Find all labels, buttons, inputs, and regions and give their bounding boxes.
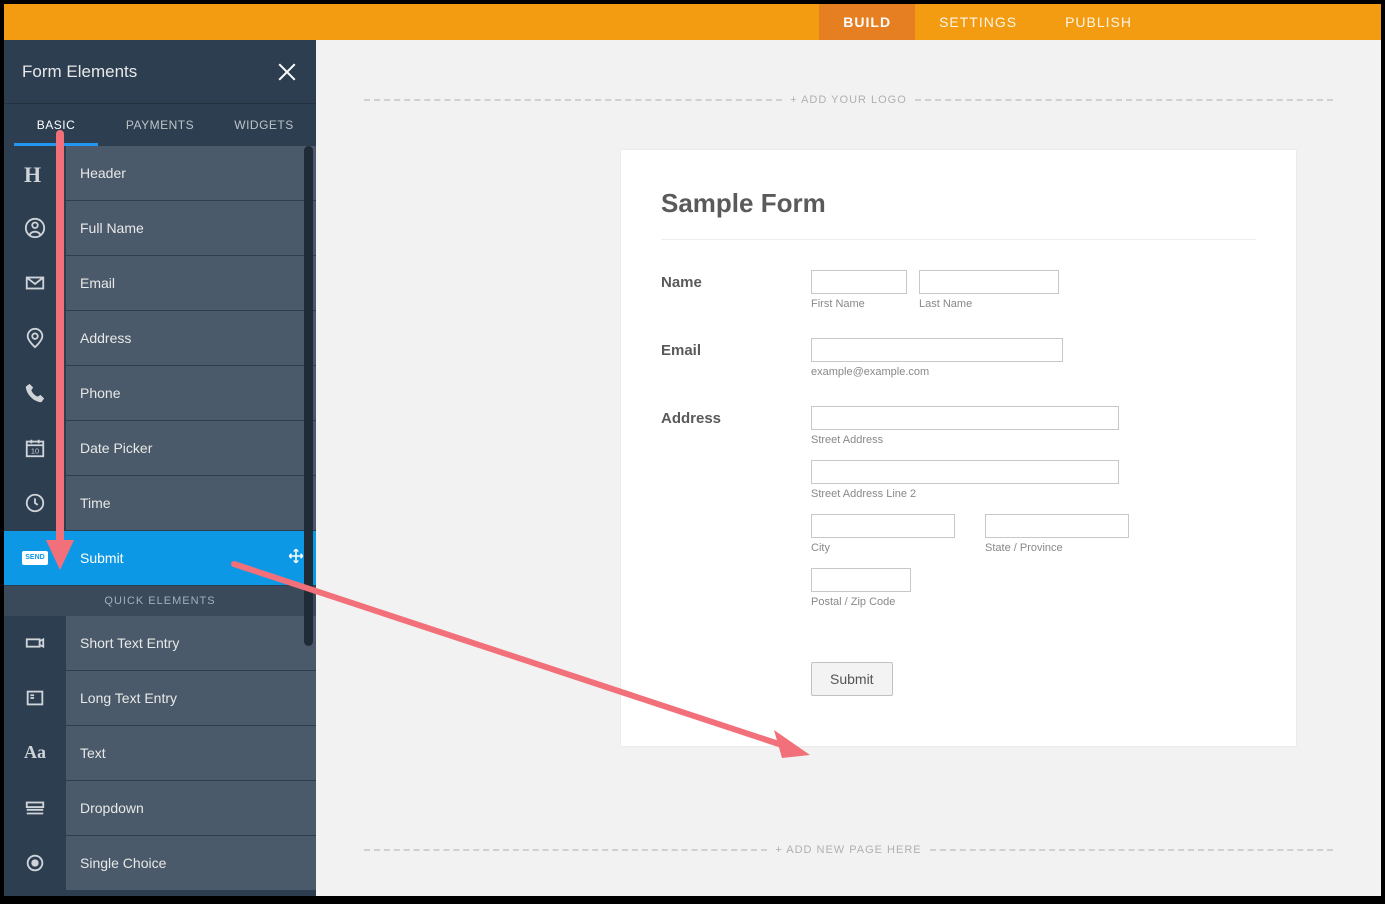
state-input[interactable] [985,514,1129,538]
zip-sublabel: Postal / Zip Code [811,596,1256,608]
phone-icon [24,382,46,404]
element-text[interactable]: Aa Text [4,726,316,780]
zip-input[interactable] [811,568,911,592]
element-label: Single Choice [66,855,316,871]
form-title: Sample Form [661,188,1256,240]
street2-sublabel: Street Address Line 2 [811,488,1256,500]
submit-button[interactable]: Submit [811,662,893,696]
email-hint: example@example.com [811,366,1256,378]
element-label: Email [66,275,316,291]
street-input[interactable] [811,406,1119,430]
first-name-sublabel: First Name [811,298,907,310]
element-label: Submit [66,550,276,566]
element-label: Dropdown [66,800,316,816]
element-label: Address [66,330,316,346]
form-card[interactable]: Sample Form Name First Name Last Name [621,150,1296,746]
add-logo-hint[interactable]: + ADD YOUR LOGO [790,94,907,106]
pin-icon [24,327,46,349]
add-page-hint[interactable]: + ADD NEW PAGE HERE [775,844,921,856]
sidebar-title: Form Elements [22,62,137,82]
element-address[interactable]: Address [4,311,316,365]
radio-icon [24,852,46,874]
element-short-text[interactable]: Short Text Entry [4,616,316,670]
element-label: Time [66,495,316,511]
city-sublabel: City [811,542,955,554]
sidebar-tab-payments[interactable]: PAYMENTS [108,104,212,146]
address-label: Address [661,406,811,608]
name-label: Name [661,270,811,310]
element-long-text[interactable]: Long Text Entry [4,671,316,725]
element-phone[interactable]: Phone [4,366,316,420]
svg-text:10: 10 [31,447,39,456]
element-submit[interactable]: SEND Submit [4,531,316,585]
form-canvas: + ADD YOUR LOGO Sample Form Name First N… [316,40,1381,896]
last-name-sublabel: Last Name [919,298,1059,310]
element-label: Full Name [66,220,316,236]
element-label: Long Text Entry [66,690,316,706]
header-icon: H [24,162,46,184]
tab-build[interactable]: BUILD [819,4,915,40]
top-nav: BUILD SETTINGS PUBLISH [4,4,1381,40]
element-fullname[interactable]: Full Name [4,201,316,255]
element-dropdown[interactable]: Dropdown [4,781,316,835]
tab-settings[interactable]: SETTINGS [915,4,1041,40]
sidebar-scrollbar[interactable] [304,146,313,892]
sidebar-tab-widgets[interactable]: WIDGETS [212,104,316,146]
state-sublabel: State / Province [985,542,1129,554]
email-label: Email [661,338,811,378]
element-header[interactable]: H Header [4,146,316,200]
city-input[interactable] [811,514,955,538]
element-label: Short Text Entry [66,635,316,651]
element-label: Text [66,745,316,761]
mail-icon [24,272,46,294]
element-label: Header [66,165,316,181]
text-icon: Aa [24,742,46,764]
user-icon [24,217,46,239]
clock-icon [24,492,46,514]
element-time[interactable]: Time [4,476,316,530]
first-name-input[interactable] [811,270,907,294]
sidebar-tab-basic[interactable]: BASIC [4,104,108,146]
dropdown-icon [24,797,46,819]
close-icon[interactable] [276,61,298,83]
street2-input[interactable] [811,460,1119,484]
short-text-icon [24,632,46,654]
street-sublabel: Street Address [811,434,1256,446]
last-name-input[interactable] [919,270,1059,294]
tab-publish[interactable]: PUBLISH [1041,4,1156,40]
element-datepicker[interactable]: 10 Date Picker [4,421,316,475]
element-email[interactable]: Email [4,256,316,310]
element-label: Date Picker [66,440,316,456]
element-single-choice[interactable]: Single Choice [4,836,316,890]
email-input[interactable] [811,338,1063,362]
element-list: H Header Full Name Email Address [4,146,316,896]
quick-elements-header: QUICK ELEMENTS [4,586,316,616]
long-text-icon [24,687,46,709]
calendar-icon: 10 [24,437,46,459]
send-icon: SEND [22,551,48,565]
element-label: Phone [66,385,316,401]
sidebar: Form Elements BASIC PAYMENTS WIDGETS H H… [4,40,316,896]
